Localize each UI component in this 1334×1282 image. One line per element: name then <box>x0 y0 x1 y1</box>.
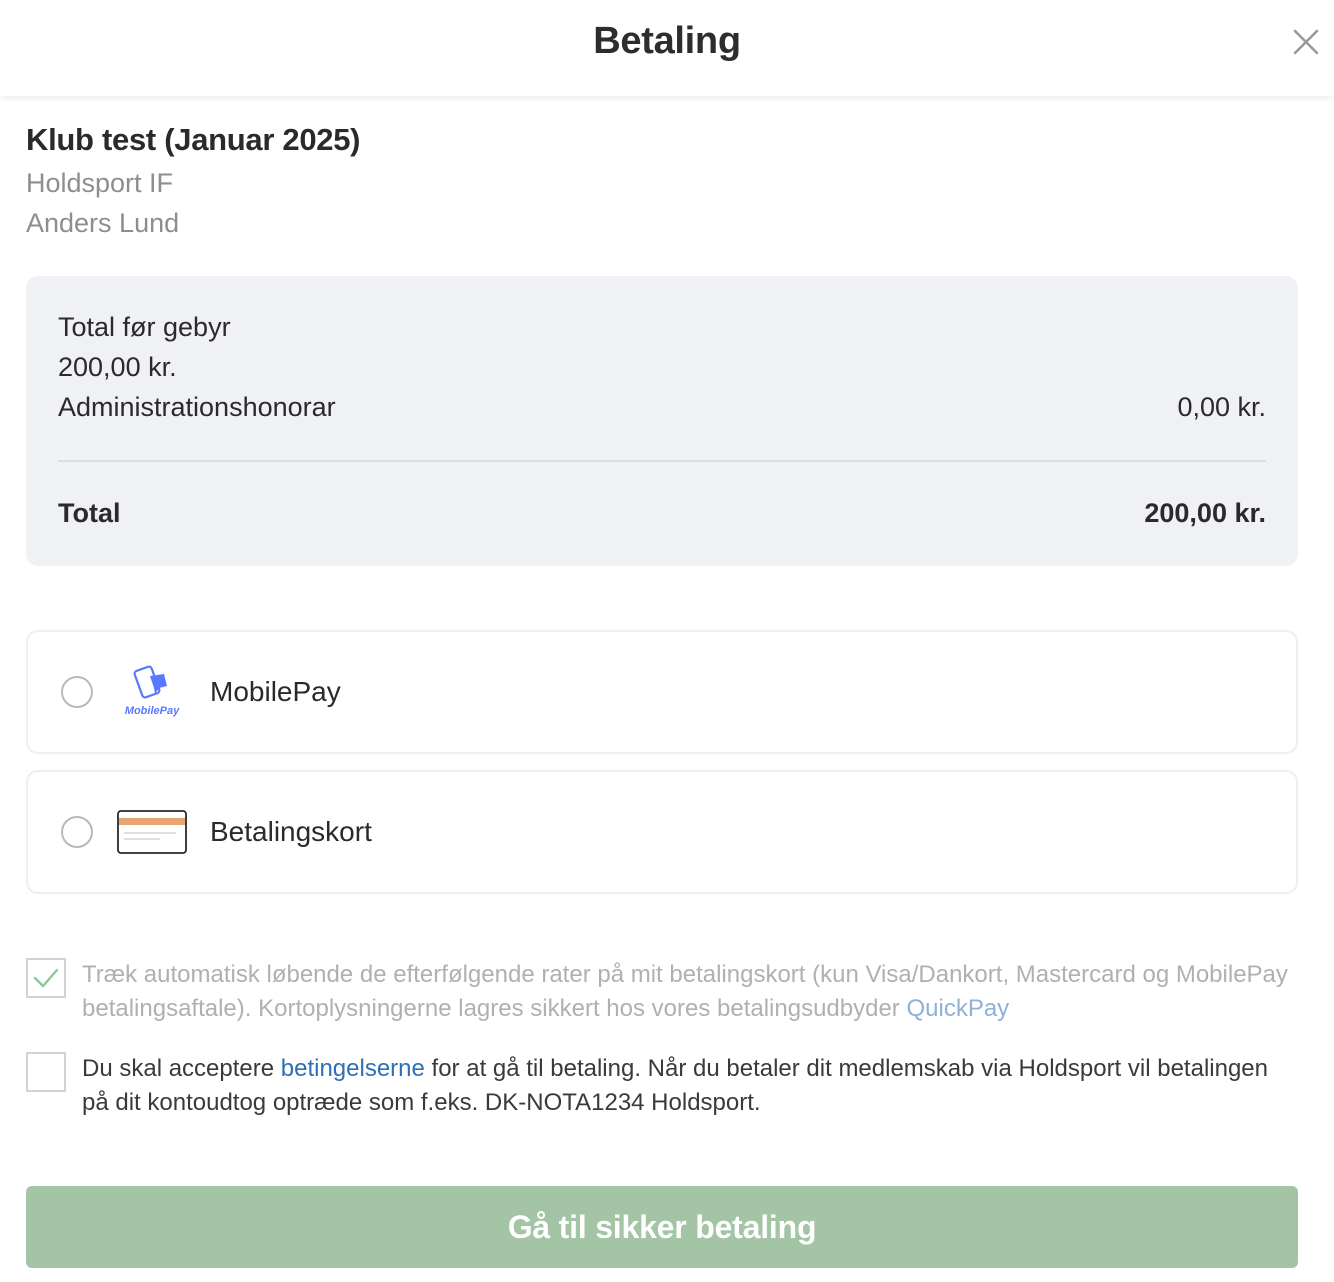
payment-option-mobilepay[interactable]: MobilePay MobilePay <box>26 630 1298 754</box>
card-radio[interactable] <box>61 816 93 848</box>
close-icon[interactable] <box>1292 28 1320 56</box>
terms-link[interactable]: betingelserne <box>281 1055 425 1082</box>
price-summary: Total før gebyr 200,00 kr. Administratio… <box>26 276 1298 566</box>
member-name: Anders Lund <box>26 208 180 238</box>
total-label: Total <box>58 498 121 528</box>
modal-title: Betaling <box>593 20 741 62</box>
fee-label: Administrationshonorar <box>58 392 336 422</box>
total-value: 200,00 kr. <box>1144 498 1266 528</box>
terms-text: Du skal acceptere betingelserne for at g… <box>82 1052 1298 1120</box>
checkmark-icon <box>33 968 59 988</box>
auto-charge-checkbox[interactable] <box>26 958 66 998</box>
subtotal-label: Total før gebyr <box>58 312 231 342</box>
subtotal-value: 200,00 kr. <box>58 352 177 382</box>
mobilepay-radio[interactable] <box>61 676 93 708</box>
credit-card-icon <box>116 802 188 862</box>
quickpay-link[interactable]: QuickPay <box>906 995 1009 1022</box>
club-title: Klub test (Januar 2025) <box>26 122 361 157</box>
secure-payment-button[interactable]: Gå til sikker betaling <box>26 1186 1298 1268</box>
terms-checkbox[interactable] <box>26 1052 66 1092</box>
payment-option-card[interactable]: Betalingskort <box>26 770 1298 894</box>
modal-header: Betaling <box>0 0 1334 96</box>
mobilepay-label: MobilePay <box>210 676 341 707</box>
mobilepay-logo-icon: MobilePay <box>116 662 188 722</box>
mobilepay-logo-text: MobilePay <box>125 705 180 717</box>
auto-charge-description: Træk automatisk løbende de efterfølgende… <box>82 961 1288 1022</box>
summary-divider <box>58 460 1266 462</box>
auto-charge-text: Træk automatisk løbende de efterfølgende… <box>82 958 1298 1026</box>
terms-text-before: Du skal acceptere <box>82 1055 281 1082</box>
card-label: Betalingskort <box>210 816 372 847</box>
organization-name: Holdsport IF <box>26 168 174 198</box>
fee-value: 0,00 kr. <box>1177 392 1266 422</box>
